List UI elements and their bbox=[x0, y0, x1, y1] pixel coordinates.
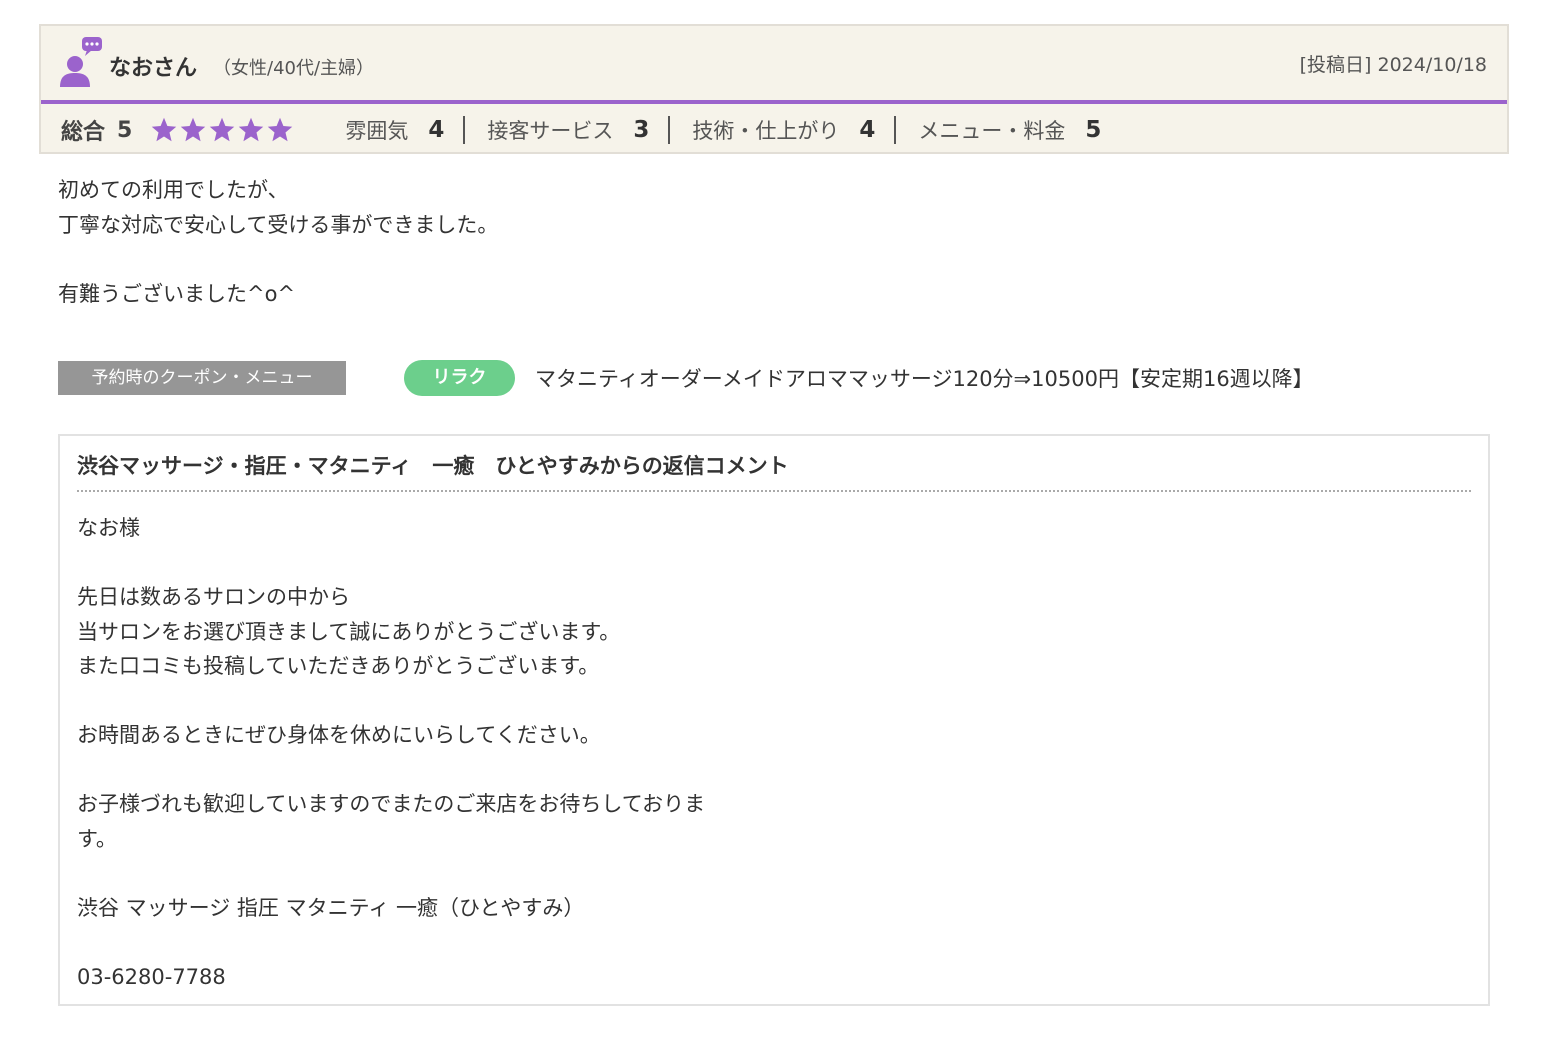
star-rating bbox=[150, 116, 295, 144]
reply-text-line bbox=[77, 684, 705, 719]
coupon-category-badge: リラク bbox=[404, 360, 515, 396]
reply-text: なお様先日は数あるサロンの中から当サロンをお選び頂きまして誠にありがとうございま… bbox=[77, 511, 705, 994]
reply-text-line bbox=[77, 925, 705, 960]
rating-score: 4 bbox=[428, 117, 445, 143]
rating-divider bbox=[894, 116, 897, 144]
reply-divider bbox=[77, 490, 1471, 492]
rating-service: 接客サービス 3 bbox=[487, 115, 649, 145]
rating-divider bbox=[668, 116, 671, 144]
overall-label: 総合 bbox=[61, 120, 106, 145]
star-icon bbox=[268, 117, 293, 142]
rating-divider bbox=[463, 116, 466, 144]
salon-reply-box: 渋谷マッサージ・指圧・マタニティ 一癒 ひとやすみからの返信コメント なお様先日… bbox=[58, 434, 1490, 1006]
reply-text-line bbox=[77, 753, 705, 788]
reply-text-line: 03-6280-7788 bbox=[77, 964, 226, 989]
rating-atmosphere: 雰囲気 4 bbox=[345, 115, 444, 145]
post-date: [投稿日] 2024/10/18 bbox=[1299, 54, 1487, 76]
reply-text-line bbox=[77, 546, 705, 581]
coupon-menu-label: 予約時のクーポン・メニュー bbox=[58, 361, 346, 395]
reply-text-line bbox=[77, 856, 705, 891]
rating-label: 技術・仕上がり bbox=[692, 119, 840, 143]
ratings-row: 総合 5 雰囲気 4 接客サービス 3 技術・仕上がり 4 メニュー・料金 5 bbox=[61, 110, 1101, 150]
review-user-bar: なおさん （女性/40代/主婦） [投稿日] 2024/10/18 bbox=[41, 26, 1507, 104]
rating-score: 4 bbox=[859, 117, 876, 143]
rating-menu-price: メニュー・料金 5 bbox=[918, 115, 1101, 145]
reply-text-line: お子様づれも歓迎していますのでまたのご来店をお待ちしておりま bbox=[77, 792, 706, 816]
reply-text-line: 当サロンをお選び頂きまして誠にありがとうございます。 bbox=[77, 619, 621, 644]
star-icon bbox=[152, 117, 177, 142]
rating-score: 5 bbox=[1085, 117, 1102, 143]
review-text: 初めての利用でしたが、丁寧な対応で安心して受ける事ができました。 有難うございまし… bbox=[58, 173, 498, 311]
reply-text-line: なお様 bbox=[77, 516, 140, 540]
user-comment-icon bbox=[60, 37, 102, 87]
coupon-menu-link[interactable]: マタニティオーダーメイドアロママッサージ120分⇒10500円【安定期16週以降… bbox=[535, 363, 1314, 393]
rating-label: メニュー・料金 bbox=[918, 119, 1066, 143]
review-text-line: 有難うございました^o^ bbox=[58, 281, 296, 306]
reply-text-line: また口コミも投稿していただきありがとうございます。 bbox=[77, 654, 600, 678]
review-text-line: 初めての利用でしたが、 bbox=[58, 178, 289, 202]
reply-text-line: す。 bbox=[77, 826, 117, 851]
reply-text-line: お時間あるときにぜひ身体を休めにいらしてください。 bbox=[77, 723, 601, 747]
rating-score: 3 bbox=[633, 117, 650, 143]
rating-label: 雰囲気 bbox=[345, 119, 409, 143]
star-icon bbox=[181, 117, 206, 142]
star-icon bbox=[210, 117, 235, 142]
rating-label: 接客サービス bbox=[487, 119, 614, 143]
rating-technique: 技術・仕上がり 4 bbox=[692, 115, 875, 145]
review-header: なおさん （女性/40代/主婦） [投稿日] 2024/10/18 総合 5 雰… bbox=[39, 24, 1509, 154]
review-text-line: 丁寧な対応で安心して受ける事ができました。 bbox=[58, 212, 499, 237]
reply-text-line: 渋谷 マッサージ 指圧 マタニティ 一癒（ひとやすみ） bbox=[77, 895, 585, 920]
review-text-line bbox=[58, 242, 498, 277]
overall-score: 5 bbox=[117, 117, 133, 143]
reviewer-name: なおさん bbox=[109, 56, 198, 81]
reply-title: 渋谷マッサージ・指圧・マタニティ 一癒 ひとやすみからの返信コメント bbox=[77, 454, 789, 478]
reviewer-profile: （女性/40代/主婦） bbox=[213, 58, 375, 79]
reply-text-line: 先日は数あるサロンの中から bbox=[77, 585, 350, 609]
star-icon bbox=[239, 117, 264, 142]
